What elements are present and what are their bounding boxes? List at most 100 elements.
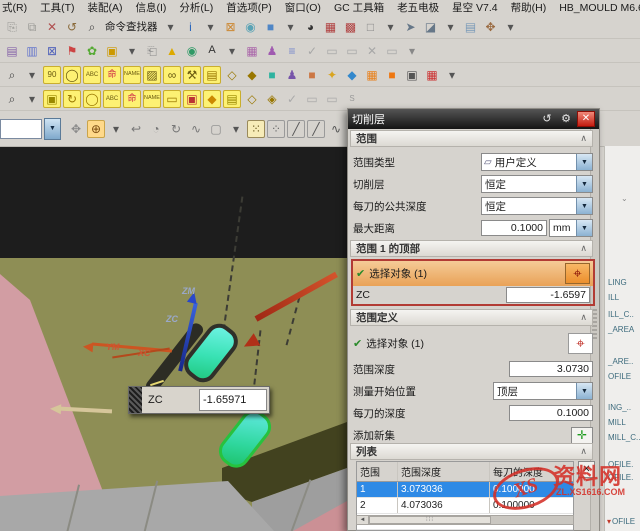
gray-check-icon[interactable]: ✓: [303, 42, 321, 60]
blank-box-dropdown-icon[interactable]: ▾: [382, 18, 400, 36]
abc-icon[interactable]: ABC: [83, 66, 101, 84]
tri-color-cube-icon[interactable]: ◆: [343, 66, 361, 84]
chevron-down-icon[interactable]: ▼: [576, 198, 592, 214]
menu-information[interactable]: 信息(I): [136, 0, 167, 15]
copy-icon[interactable]: ⧉: [23, 18, 41, 36]
point-dialog-icon[interactable]: ⌖: [568, 333, 593, 354]
menu-format[interactable]: 式(R): [2, 0, 27, 15]
gray-tool2-icon[interactable]: ▭: [323, 90, 341, 108]
command-finder-label[interactable]: 命令查找器: [105, 19, 158, 34]
scrollbar-handle[interactable]: ⁞⁞⁞: [369, 516, 491, 524]
orange-box-icon[interactable]: ■: [383, 66, 401, 84]
menu-help[interactable]: 帮助(H): [511, 0, 547, 15]
delete-icon[interactable]: ✕: [43, 18, 61, 36]
hammer-icon[interactable]: ⚒: [183, 66, 201, 84]
selection-filter-input[interactable]: [0, 119, 42, 139]
tilt2-box-icon[interactable]: ◇: [243, 90, 261, 108]
facet-cube-icon[interactable]: ▩: [342, 18, 360, 36]
gray-box2-icon[interactable]: ▭: [343, 42, 361, 60]
info-dropdown-icon[interactable]: ▾: [202, 18, 220, 36]
menu-gc-toolbox[interactable]: GC 工具箱: [334, 0, 384, 15]
basket-icon[interactable]: ▣: [103, 42, 121, 60]
table-row[interactable]: 2 4.073036 0.100000: [357, 498, 573, 514]
tilt-box-solid-icon[interactable]: ◆: [243, 66, 261, 84]
snap-dropdown-icon[interactable]: ▾: [107, 120, 125, 138]
tilt2-solid-icon[interactable]: ◈: [263, 90, 281, 108]
graphics-viewport[interactable]: ZM ZC YM XC ZC -1.65971: [0, 146, 347, 531]
unit-combo[interactable]: mm ▼: [549, 219, 593, 237]
zc-floating-input-box[interactable]: ZC -1.65971: [128, 386, 270, 414]
menu-preferences[interactable]: 首选项(P): [226, 0, 272, 15]
move-object-icon[interactable]: ✥: [482, 18, 500, 36]
menu-analysis[interactable]: 分析(L): [179, 0, 213, 15]
window-box-icon[interactable]: ⊠: [222, 18, 240, 36]
datum-flag-icon[interactable]: ⚑: [63, 42, 81, 60]
hand-icon[interactable]: ✥: [67, 120, 85, 138]
clip-section-icon[interactable]: ◪: [422, 18, 440, 36]
text-dropdown-icon[interactable]: ▾: [223, 42, 241, 60]
orient-view-icon[interactable]: ➤: [402, 18, 420, 36]
measure-start-combo[interactable]: 顶层 ▼: [493, 382, 593, 400]
section-header-list[interactable]: 列表 ∧: [350, 443, 593, 460]
row-select-object-2[interactable]: ✔ 选择对象 (1) ⌖: [353, 331, 593, 355]
menu-window[interactable]: 窗口(O): [285, 0, 321, 15]
command-finder-dropdown-icon[interactable]: ▾: [162, 18, 180, 36]
section-header-range-definition[interactable]: 范围定义 ∧: [350, 309, 593, 326]
command-red-icon[interactable]: 命: [103, 66, 121, 84]
info-icon[interactable]: i: [182, 18, 200, 36]
section-header-range[interactable]: 范围 ∧: [350, 130, 593, 147]
range-type-combo[interactable]: ▱ 用户定义 ▼: [481, 153, 593, 171]
person-doc-icon[interactable]: ♟: [283, 66, 301, 84]
chevron-down-icon[interactable]: ▼: [576, 176, 592, 192]
table-row[interactable]: 1 3.073036 0.100000: [357, 482, 573, 498]
sheet-icon[interactable]: ▤: [462, 18, 480, 36]
cube-doc-icon[interactable]: ■: [303, 66, 321, 84]
close-icon[interactable]: ✕: [577, 111, 595, 127]
rotate-icon[interactable]: ↻: [63, 90, 81, 108]
collapse-icon[interactable]: ∧: [580, 243, 587, 254]
navigator-list-item[interactable]: ILL_C..: [607, 310, 634, 319]
red-grid-dropdown-icon[interactable]: ▾: [443, 66, 461, 84]
common-depth-combo[interactable]: 恒定 ▼: [481, 197, 593, 215]
chevron-down-icon[interactable]: ▼: [576, 220, 592, 236]
section-header-range1-top[interactable]: 范围 1 的顶部 ∧: [350, 240, 593, 257]
gear-icon[interactable]: ⚙: [558, 112, 574, 126]
navigator-list-item[interactable]: ▾OFILE: [607, 517, 635, 526]
depth-per-cut-input[interactable]: 0.1000: [509, 405, 593, 421]
row-select-object-1[interactable]: ✔ 选择对象 (1) ⌖: [353, 261, 593, 286]
pearl-icon[interactable]: ◉: [242, 18, 260, 36]
pie-display-icon[interactable]: ◕: [302, 18, 320, 36]
layer-settings-icon[interactable]: ▤: [3, 42, 21, 60]
navigator-list-item[interactable]: OFILE: [607, 372, 631, 381]
add-new-set-icon[interactable]: ✛: [571, 427, 593, 444]
teal-cube-icon[interactable]: ■: [263, 66, 281, 84]
document-icon[interactable]: ▤: [203, 66, 221, 84]
rotate-ball-icon[interactable]: ◔: [147, 120, 165, 138]
gray-s-icon[interactable]: S: [343, 90, 361, 108]
zc-float-value-input[interactable]: -1.65971: [199, 389, 267, 411]
row2-dropdown-icon[interactable]: ▾: [403, 42, 421, 60]
grid-points-icon[interactable]: ⁙: [247, 120, 265, 138]
drag-handle-icon[interactable]: [129, 387, 142, 413]
globe-chart-icon[interactable]: ◉: [183, 42, 201, 60]
section-dropdown-icon[interactable]: ▾: [442, 18, 460, 36]
collapse-icon[interactable]: ∧: [580, 133, 587, 144]
document2-icon[interactable]: ▤: [223, 90, 241, 108]
move-dropdown-icon[interactable]: ▾: [502, 18, 520, 36]
navigator-list-item[interactable]: LING: [607, 278, 627, 287]
max-distance-input[interactable]: 0.1000: [481, 220, 547, 236]
list-lines-icon[interactable]: ≡: [283, 42, 301, 60]
zoom-icon[interactable]: ⌕: [3, 90, 21, 108]
range-depth-input[interactable]: 3.0730: [509, 361, 593, 377]
grid-icon[interactable]: ▦: [243, 42, 261, 60]
reset-icon[interactable]: ↺: [539, 112, 555, 126]
shield-icon[interactable]: ◆: [203, 90, 221, 108]
shaded-view-icon[interactable]: ■: [262, 18, 280, 36]
gray-box-icon[interactable]: ▭: [323, 42, 341, 60]
remove-row-icon[interactable]: ✕: [578, 461, 595, 478]
gray-check2-icon[interactable]: ✓: [283, 90, 301, 108]
abc2-icon[interactable]: ABC: [103, 90, 121, 108]
navigator-list-item[interactable]: OFILE.: [607, 473, 633, 482]
film-icon[interactable]: ▥: [23, 42, 41, 60]
navigator-list-item[interactable]: ING_..: [607, 403, 631, 412]
